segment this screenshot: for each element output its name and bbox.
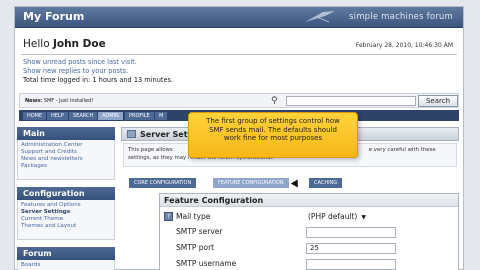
mail-type-value: (PHP default) xyxy=(308,212,358,221)
sidebar-item-news[interactable]: News and newsletters xyxy=(21,156,114,163)
news-ticker: News: SMF - Just Installed! xyxy=(25,98,93,104)
new-replies-link[interactable]: Show new replies to your posts. xyxy=(23,67,173,76)
sidebar-item-features[interactable]: Features and Options xyxy=(21,202,114,209)
callout-line-2: SMF sends mail. The defaults should xyxy=(209,125,337,134)
sidebar-item-boards[interactable]: Boards xyxy=(21,262,114,269)
search-icon: ⚲ xyxy=(271,96,278,106)
current-datetime: February 28, 2010, 10:46:30 AM xyxy=(355,42,453,49)
greeting-prefix: Hello xyxy=(23,38,53,50)
description-line-1-end: e very careful with these xyxy=(368,147,436,153)
time-logged-in: Total time logged in: 1 hours and 13 min… xyxy=(23,76,174,84)
sidebar-config-items: Features and Options Server Settings Cur… xyxy=(17,200,115,240)
news-search-bar: News: SMF - Just Installed! ⚲ Search xyxy=(19,93,459,108)
tab-caching[interactable]: CACHING xyxy=(309,178,343,188)
tutorial-callout: The first group of settings control how … xyxy=(188,112,358,158)
menu-help[interactable]: HELP xyxy=(47,112,68,120)
callout-line-3: work fine for most purposes xyxy=(223,134,323,142)
label-smtp-server: SMTP server xyxy=(176,227,223,236)
sidebar-forum-items: Boards xyxy=(17,260,115,270)
sidebar-section-main[interactable]: Main xyxy=(17,127,115,140)
row-smtp-username: SMTP username xyxy=(160,257,458,270)
dropdown-arrow-icon: ▼ xyxy=(361,214,366,221)
row-smtp-port: SMTP port 25 xyxy=(160,241,458,255)
tab-core-configuration[interactable]: CORE CONFIGURATION xyxy=(129,178,197,188)
smf-brand-text: simple machines forum xyxy=(349,12,453,22)
row-smtp-server: SMTP server xyxy=(160,225,458,239)
unread-posts-link[interactable]: Show unread posts since last visit. xyxy=(23,58,173,67)
label-smtp-port: SMTP port xyxy=(176,243,215,252)
sidebar-item-admin-center[interactable]: Administration Center xyxy=(21,142,114,149)
username: John Doe xyxy=(52,38,106,50)
mouse-cursor-icon xyxy=(290,179,302,190)
label-smtp-username: SMTP username xyxy=(176,259,237,268)
description-line-1-start: This page allows xyxy=(128,147,173,153)
greeting: Hello John Doe xyxy=(23,38,106,50)
smtp-username-input[interactable] xyxy=(306,259,396,270)
sidebar-section-forum[interactable]: Forum xyxy=(17,247,115,260)
row-mail-type: ? Mail type (PHP default) ▼ xyxy=(160,210,458,224)
help-icon[interactable]: ? xyxy=(164,212,173,221)
user-info-links: Show unread posts since last visit. Show… xyxy=(23,58,173,85)
tab-feature-configuration[interactable]: FEATURE CONFIGURATION xyxy=(213,178,289,188)
news-label: News: xyxy=(25,98,43,104)
menu-search[interactable]: SEARCH xyxy=(69,112,98,120)
news-text: SMF - Just Installed! xyxy=(43,98,94,104)
menu-profile[interactable]: PROFILE xyxy=(125,112,154,120)
callout-line-1: The first group of settings control how xyxy=(206,117,340,125)
forum-title[interactable]: My Forum xyxy=(23,10,84,23)
sidebar-item-packages[interactable]: Packages xyxy=(21,163,114,170)
menu-more[interactable]: M xyxy=(155,112,168,120)
feature-configuration-title: Feature Configuration xyxy=(160,194,458,207)
search-button[interactable]: Search xyxy=(418,95,458,107)
feature-configuration-form: Feature Configuration ? Mail type (PHP d… xyxy=(159,193,459,270)
sidebar-item-server-settings[interactable]: Server Settings xyxy=(21,209,114,216)
menu-home[interactable]: HOME xyxy=(23,112,47,120)
sidebar-section-configuration[interactable]: Configuration xyxy=(17,187,115,200)
sidebar-main-items: Administration Center Support and Credit… xyxy=(17,140,115,180)
menu-admin[interactable]: ADMIN xyxy=(98,112,123,120)
sidebar-item-themes[interactable]: Themes and Layout xyxy=(21,223,114,230)
settings-icon xyxy=(127,130,136,138)
panel-title: Server Setti xyxy=(140,130,195,139)
smtp-server-input[interactable] xyxy=(306,227,396,238)
divider xyxy=(21,54,457,55)
forum-header-bar: My Forum simple machines forum xyxy=(15,7,463,28)
mail-type-select[interactable]: (PHP default) ▼ xyxy=(308,212,366,221)
sidebar-item-current-theme[interactable]: Current Theme xyxy=(21,216,114,223)
label-mail-type: Mail type xyxy=(176,212,211,221)
smf-logo-icon xyxy=(305,11,335,23)
sidebar-item-support[interactable]: Support and Credits xyxy=(21,149,114,156)
smtp-port-input[interactable]: 25 xyxy=(306,243,396,254)
search-input[interactable] xyxy=(286,96,416,106)
